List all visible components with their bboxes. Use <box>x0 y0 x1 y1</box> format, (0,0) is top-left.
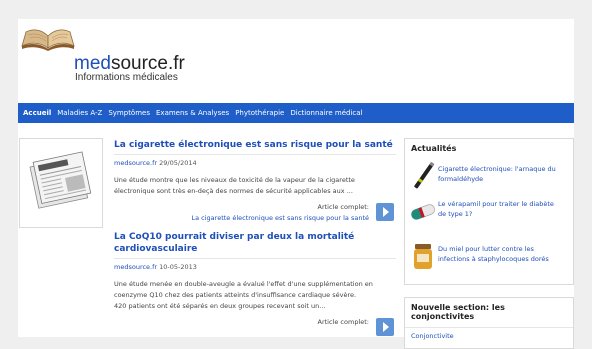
honey-jar-icon <box>414 244 432 269</box>
news-item[interactable]: Le vérapamil pour traiter le diabète de … <box>405 195 573 230</box>
nav-item-examens[interactable]: Examens & Analyses <box>153 103 232 123</box>
article-list: La cigarette électronique est sans risqu… <box>114 139 396 338</box>
news-sidebar-box: Actualités Cigarette électronique: l'arn… <box>404 138 574 285</box>
article-more: Article complet: <box>114 314 396 338</box>
page-frame: medsource.fr Informations médicales Accu… <box>18 19 574 349</box>
article-more-label: Article complet: <box>317 203 369 211</box>
news-item[interactable]: Du miel pour lutter contre les infection… <box>405 240 573 275</box>
read-more-arrow-button[interactable] <box>376 318 394 336</box>
article-meta: medsource.fr 29/05/2014 <box>114 159 396 168</box>
article-meta: medsource.fr 10-05-2013 <box>114 263 396 272</box>
site-name[interactable]: medsource.fr <box>74 54 185 74</box>
article-title[interactable]: La CoQ10 pourrait diviser par deux la mo… <box>114 231 396 259</box>
article-excerpt: Une étude menée en double-aveugle a éval… <box>114 280 373 310</box>
article-more: Article complet: La cigarette électroniq… <box>114 203 396 227</box>
open-book-logo[interactable] <box>20 26 76 52</box>
article-more-label: Article complet: <box>317 318 369 326</box>
article-title[interactable]: La cigarette électronique est sans risqu… <box>114 139 396 155</box>
nav-item-accueil[interactable]: Accueil <box>18 103 54 123</box>
article-source[interactable]: medsource.fr <box>114 159 157 167</box>
read-more-arrow-button[interactable] <box>376 203 394 221</box>
nav-item-symptomes[interactable]: Symptômes <box>105 103 153 123</box>
news-item-label: Du miel pour lutter contre les infection… <box>438 245 549 263</box>
article-more-link[interactable]: La cigarette électronique est sans risqu… <box>192 214 370 222</box>
e-cigarette-icon <box>414 162 435 189</box>
article-item: La CoQ10 pourrait diviser par deux la mo… <box>114 231 396 338</box>
news-item[interactable]: Cigarette électronique: l'arnaque du for… <box>405 160 573 195</box>
conjonctivite-link[interactable]: Conjonctivite <box>405 327 573 344</box>
article-thumbnail[interactable] <box>19 138 103 228</box>
site-tagline: Informations médicales <box>75 72 178 83</box>
article-date: 10-05-2013 <box>159 263 197 271</box>
article-date: 29/05/2014 <box>159 159 197 167</box>
nav-item-phytotherapie[interactable]: Phytothérapie <box>232 103 287 123</box>
nav-item-maladies[interactable]: Maladies A-Z <box>54 103 105 123</box>
site-name-prefix: med <box>74 53 111 74</box>
nav-item-dictionnaire[interactable]: Dictionnaire médical <box>287 103 365 123</box>
article-source[interactable]: medsource.fr <box>114 263 157 271</box>
newspaper-icon <box>29 151 92 209</box>
main-nav: Accueil Maladies A-Z Symptômes Examens &… <box>18 103 574 123</box>
new-section-heading: Nouvelle section: les conjonctivites <box>411 303 505 321</box>
new-section-box: Nouvelle section: les conjonctivites Con… <box>404 297 574 349</box>
news-heading: Actualités <box>411 144 457 153</box>
news-item-label: Le vérapamil pour traiter le diabète de … <box>438 200 554 218</box>
article-item: La cigarette électronique est sans risqu… <box>114 139 396 227</box>
article-excerpt: Une étude montre que les niveaux de toxi… <box>114 176 355 195</box>
news-item-label: Cigarette électronique: l'arnaque du for… <box>438 165 556 183</box>
site-name-suffix: source.fr <box>110 53 185 74</box>
pill-icon <box>411 204 435 220</box>
